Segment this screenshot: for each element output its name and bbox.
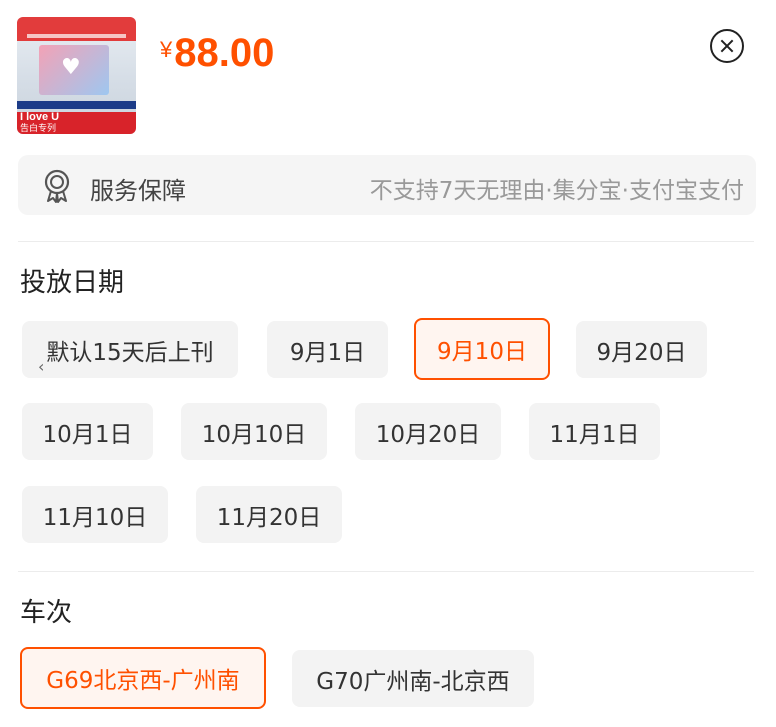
date-option-label: 9月20日 [596,339,687,366]
date-option[interactable]: 11月10日 [22,486,168,543]
date-option-label: 11月1日 [549,421,640,448]
price-currency: ¥ [160,37,173,62]
date-option-label: 9月10日 [437,339,527,365]
train-option[interactable]: G70广州南-北京西 [292,650,534,707]
date-option-label: 11月10日 [42,504,148,531]
service-value: 不支持7天无理由·集分宝·支付宝支付 [369,178,744,204]
date-section-title: 投放日期 [20,268,125,298]
date-option-default[interactable]: 默认15天后上刊 ‹ [22,321,238,378]
date-option-label: 10月20日 [375,421,481,448]
date-option[interactable]: 10月1日 [22,403,153,460]
badge-icon [44,169,70,203]
date-option-label: 11月20日 [216,504,322,531]
date-option-selected[interactable]: 9月10日 [414,318,550,380]
date-option[interactable]: 9月20日 [576,321,707,378]
thumbnail-banner-title: I love U [20,111,60,123]
date-option-label: 10月10日 [201,421,307,448]
date-option[interactable]: 10月20日 [355,403,501,460]
chevron-left-icon: ‹ [38,357,45,376]
price-amount: 88.00 [174,31,275,75]
train-option-selected[interactable]: G69北京西-广州南 [20,647,266,709]
train-section-title: 车次 [20,598,73,628]
date-option[interactable]: 11月20日 [196,486,342,543]
divider [18,241,754,242]
date-option-label: 9月1日 [289,339,366,366]
date-option-label: 10月1日 [42,421,133,448]
product-thumbnail[interactable]: I love U 告白专列 [17,17,136,134]
close-icon[interactable] [710,29,744,63]
thumbnail-banner-subtitle: 告白专列 [20,123,57,133]
date-option-label: 默认15天后上刊 [46,339,214,366]
date-option[interactable]: 10月10日 [181,403,327,460]
thumbnail-strip [17,101,136,109]
divider [18,571,754,572]
train-option-label: G69北京西-广州南 [46,668,240,694]
train-option-label: G70广州南-北京西 [316,668,510,695]
date-option[interactable]: 9月1日 [267,321,388,378]
thumbnail-ad-panel [39,45,109,95]
thumbnail-banner: I love U 告白专列 [17,112,136,134]
date-option[interactable]: 11月1日 [529,403,660,460]
service-guarantee-row[interactable]: 服务保障 不支持7天无理由·集分宝·支付宝支付 [18,155,756,215]
thumbnail-ceiling [17,17,136,41]
service-label: 服务保障 [90,177,186,205]
price: ¥88.00 [160,31,274,76]
